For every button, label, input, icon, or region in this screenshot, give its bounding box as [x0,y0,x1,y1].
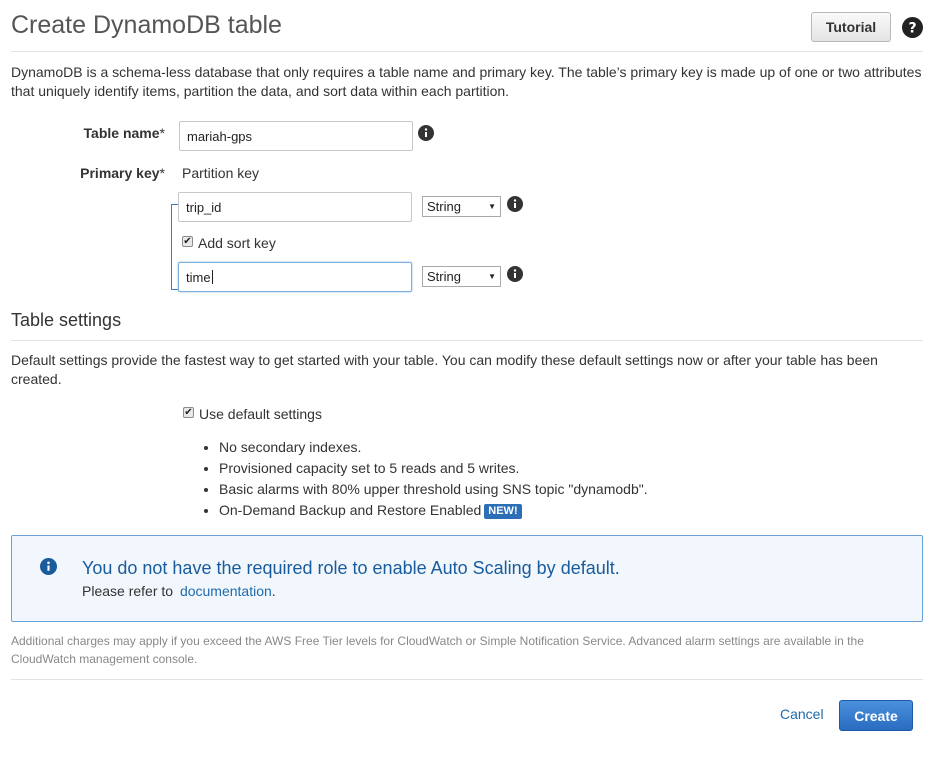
list-item: On-Demand Backup and Restore EnabledNEW! [219,500,648,521]
info-icon[interactable] [507,266,523,282]
create-button[interactable]: Create [839,700,913,731]
list-item: Provisioned capacity set to 5 reads and … [219,458,648,479]
use-default-settings-label: Use default settings [199,406,322,422]
auto-scaling-alert: You do not have the required role to ena… [11,535,923,622]
table-settings-title: Table settings [11,310,122,330]
sort-key-input[interactable]: time [178,262,412,292]
footer-divider [11,679,923,680]
svg-text:?: ? [908,21,916,37]
new-badge: NEW! [484,504,522,519]
use-default-settings-checkbox[interactable]: ✔ [183,407,194,418]
cancel-button[interactable]: Cancel [780,706,824,722]
partition-key-type-select[interactable]: String ▼ [422,196,501,217]
dropdown-arrow-icon: ▼ [488,202,496,211]
question-circle-icon[interactable]: ? [902,17,923,38]
partition-key-label: Partition key [182,165,260,181]
info-icon[interactable] [507,196,523,212]
tutorial-button[interactable]: Tutorial [811,12,891,42]
partition-key-input[interactable]: trip_id [178,192,412,222]
alert-text: Please refer to documentation. [82,583,276,599]
list-item: No secondary indexes. [219,437,648,458]
sort-key-type-select[interactable]: String ▼ [422,266,501,287]
add-sort-key-label: Add sort key [198,235,276,251]
page-title: Create DynamoDB table [11,11,282,39]
text-caret [211,270,213,284]
intro-text: DynamoDB is a schema-less database that … [11,64,922,99]
dropdown-arrow-icon: ▼ [488,272,496,281]
charges-footnote: Additional charges may apply if you exce… [11,634,864,666]
table-name-label: Table name* [83,125,165,141]
create-table-page: Create DynamoDB table Tutorial ? DynamoD… [0,0,934,762]
info-icon [40,558,57,575]
list-item: Basic alarms with 80% upper threshold us… [219,479,648,500]
table-settings-description: Default settings provide the fastest way… [11,352,878,387]
info-icon[interactable] [418,125,434,141]
primary-key-label: Primary key* [80,165,165,181]
documentation-link[interactable]: documentation [180,583,272,599]
add-sort-key-checkbox[interactable]: ✔ [182,236,193,247]
default-settings-list: No secondary indexes. Provisioned capaci… [201,437,648,521]
table-name-input[interactable]: mariah-gps [179,121,413,151]
alert-title: You do not have the required role to ena… [82,558,620,578]
header-divider [11,51,923,52]
section-divider [11,340,923,341]
